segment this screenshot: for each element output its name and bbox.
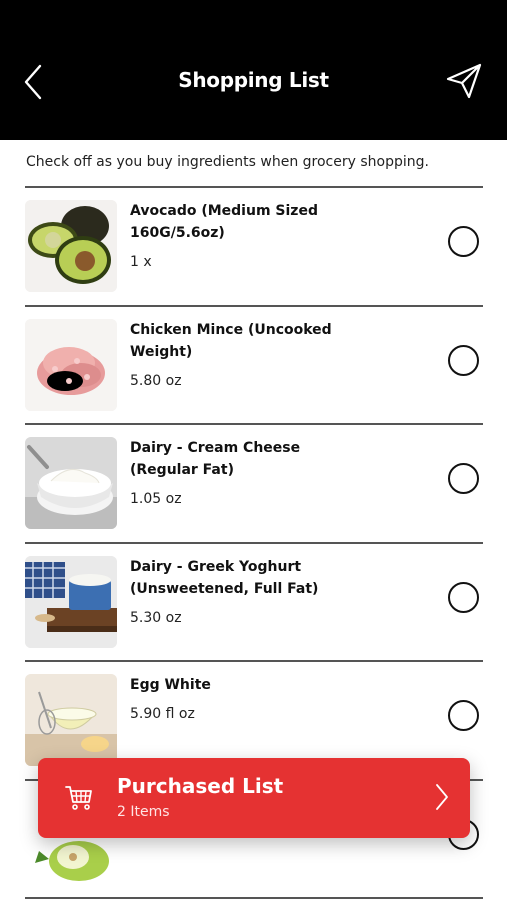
item-quantity: 5.80 oz	[130, 372, 182, 389]
checkbox-circle[interactable]	[448, 226, 479, 257]
item-quantity: 1.05 oz	[130, 491, 182, 507]
item-name: Dairy - Cream Cheese (Regular Fat)	[130, 440, 301, 478]
list-item: Dairy - Greek Yoghurt (Unsweetened, Full…	[25, 544, 483, 662]
checkbox-circle[interactable]	[448, 344, 479, 376]
item-name: Avocado (Medium Sized 160G/5.6oz)	[130, 203, 318, 241]
header-bar: Shopping List	[0, 0, 507, 140]
item-name: Chicken Mince (Uncooked Weight)	[130, 321, 332, 360]
purchased-list-title: Purchased List	[117, 774, 284, 798]
chicken-mince-image	[25, 318, 117, 411]
item-name: Dairy - Greek Yoghurt (Unsweetened, Full…	[130, 558, 319, 597]
list-item: Chicken Mince (Uncooked Weight) 5.80 oz	[25, 307, 483, 425]
send-icon[interactable]	[445, 62, 483, 100]
instructions-text: Check off as you buy ingredients when gr…	[26, 154, 429, 170]
checkbox-circle[interactable]	[448, 463, 479, 494]
item-quantity: 5.90 fl oz	[130, 706, 195, 722]
purchased-list-button[interactable]: Purchased List 2 Items	[38, 758, 470, 838]
avocado-image	[25, 200, 117, 292]
checkbox-circle[interactable]	[448, 700, 479, 731]
purchased-count: 2 Items	[117, 804, 170, 820]
item-quantity: 5.30 oz	[130, 609, 182, 626]
chevron-right-icon	[436, 784, 448, 810]
list-item: Avocado (Medium Sized 160G/5.6oz) 1 x	[25, 188, 483, 307]
shopping-cart-icon	[65, 786, 92, 810]
checkbox-circle[interactable]	[448, 581, 479, 613]
list-item: Dairy - Cream Cheese (Regular Fat) 1.05 …	[25, 425, 483, 544]
cream-cheese-image	[25, 437, 117, 529]
greek-yoghurt-image	[25, 555, 117, 648]
egg-white-image	[25, 674, 117, 766]
item-quantity: 1 x	[130, 254, 152, 270]
item-name: Egg White	[130, 677, 211, 693]
page-title: Shopping List	[178, 68, 329, 92]
